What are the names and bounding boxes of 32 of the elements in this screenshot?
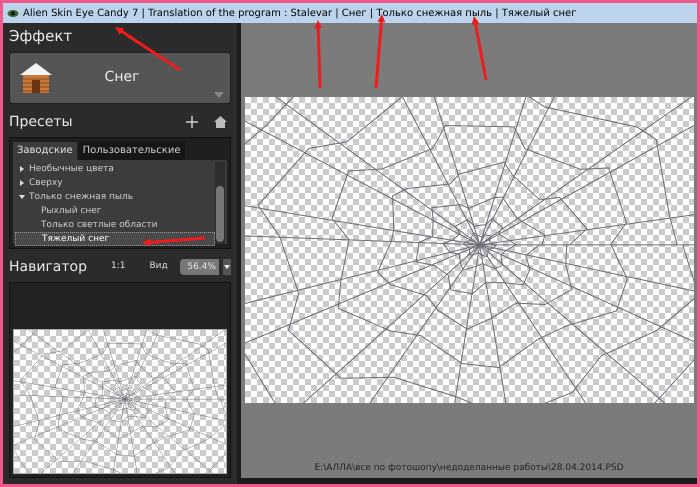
preset-item[interactable]: Тяжелый снег — [15, 232, 215, 246]
log-cabin-icon — [18, 60, 54, 94]
annotation-arrow — [142, 236, 206, 246]
zoom-dropdown-button[interactable] — [222, 259, 231, 275]
preset-tab[interactable]: Заводские — [13, 142, 77, 160]
preset-item[interactable]: Только светлые области — [15, 218, 215, 232]
caret-right-icon — [19, 166, 25, 172]
view-label: Вид — [149, 260, 168, 274]
caret-down-icon — [224, 265, 230, 269]
add-icon[interactable] — [186, 116, 198, 128]
file-path: E:\АЛЛА\все по фотошопу\недоделанные работы\28.04.2014.PSD — [313, 462, 625, 474]
effect-button[interactable]: Снег — [9, 52, 231, 104]
section-heading: Навигатор — [9, 258, 87, 276]
home-icon[interactable] — [214, 116, 227, 128]
annotation-arrow — [314, 20, 322, 88]
caret-right-icon — [19, 180, 25, 186]
preset-item[interactable]: Необычные цвета — [15, 162, 215, 176]
scrollbar-thumb[interactable] — [216, 186, 224, 242]
zoom-field[interactable]: 56.4% — [180, 259, 219, 275]
section-heading: Пресеты — [9, 112, 74, 132]
annotation-arrow — [115, 27, 181, 72]
annotation-arrow — [472, 16, 488, 80]
dropdown-arrow-icon — [214, 92, 224, 98]
zoom-ratio-label[interactable]: 1:1 — [111, 260, 126, 274]
preset-item[interactable]: Сверху — [15, 176, 215, 190]
preset-tab[interactable]: Пользовательские — [78, 142, 184, 160]
section-heading: Эффект — [9, 26, 74, 47]
preset-item[interactable]: Только снежная пыль — [15, 190, 215, 204]
caret-down-icon — [19, 194, 25, 200]
preset-item[interactable]: Рыхлый снег — [15, 204, 215, 218]
window-title: Alien Skin Eye Candy 7 | Translation of the program : Stalevar | Снег | Только снежная пыль | Тяжелый снег — [23, 6, 576, 20]
eye-icon — [7, 8, 19, 18]
